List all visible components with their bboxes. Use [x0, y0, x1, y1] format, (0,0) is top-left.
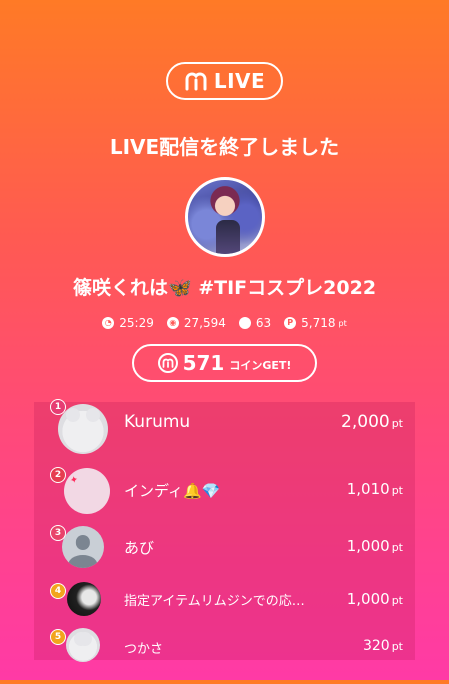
duration-value: 25:29 — [119, 316, 154, 330]
points-value: 1,000 — [346, 537, 390, 555]
supporter-avatar: ✦ — [64, 468, 110, 514]
points-value: 5,718 — [301, 316, 336, 330]
supporter-avatar — [66, 628, 100, 662]
points-unit: pt — [391, 541, 403, 554]
supporter-points: 1,000 pt — [347, 537, 403, 555]
rank-badge: 4 — [50, 583, 66, 599]
rank-badge: 3 — [50, 525, 66, 541]
points-unit: pt — [391, 640, 403, 653]
supporter-ranking: 1 Kurumu 2,000 pt ✦ 2 インディ🔔💎 1,010 pt 3 あび… — [34, 399, 415, 662]
comments-stat: 63 — [238, 316, 272, 330]
points-value: 2,000 — [341, 412, 390, 432]
supporter-name: つかさ — [124, 642, 164, 657]
supporter-name: あび — [124, 539, 155, 557]
comment-icon — [238, 317, 251, 329]
points-unit: pt — [391, 484, 403, 497]
clock-icon: ◔ — [102, 317, 115, 329]
points-value: 1,010 — [346, 480, 390, 498]
coin-icon — [157, 353, 178, 373]
supporter-points: 1,010 pt — [347, 480, 403, 498]
stream-title: 篠咲くれは🦋 #TIFコスプレ2022 — [72, 277, 377, 299]
point-icon: P — [284, 317, 297, 329]
ranking-row[interactable]: 1 Kurumu 2,000 pt — [34, 399, 415, 462]
points-unit: pt — [338, 318, 347, 328]
coin-amount: 571 — [182, 351, 225, 375]
duration-stat: ◔ 25:29 — [102, 316, 154, 330]
logo-text: LIVE — [213, 69, 266, 93]
stream-stats: ◔ 25:29 ◉ 27,594 63 P 5,718 pt — [0, 316, 449, 330]
supporter-points: 1,000 pt — [347, 590, 403, 608]
points-unit: pt — [391, 594, 403, 607]
rank-badge: 5 — [50, 629, 66, 645]
rank-badge: 2 — [50, 467, 66, 483]
coin-label: コインGET! — [229, 359, 292, 372]
supporter-avatar — [62, 526, 104, 568]
avatar-sticker-icon: ✦ — [68, 474, 80, 487]
rank-badge: 1 — [50, 399, 66, 415]
streamer-avatar[interactable] — [185, 177, 265, 257]
supporter-name: 指定アイテムリムジンでの応… — [124, 594, 305, 609]
points-stat: P 5,718 pt — [284, 316, 347, 330]
viewer-icon: ◉ — [166, 317, 179, 329]
ranking-row[interactable]: 3 あび 1,000 pt — [34, 522, 415, 582]
viewers-stat: ◉ 27,594 — [166, 316, 226, 330]
ranking-row[interactable]: ✦ 2 インディ🔔💎 1,010 pt — [34, 464, 415, 524]
supporter-name: インディ🔔💎 — [124, 482, 221, 500]
viewers-value: 27,594 — [183, 316, 226, 330]
points-value: 1,000 — [346, 590, 390, 608]
supporter-name: Kurumu — [124, 412, 191, 432]
supporter-points: 2,000 pt — [341, 412, 403, 432]
comments-value: 63 — [255, 316, 272, 330]
supporter-avatar — [58, 404, 108, 454]
points-unit: pt — [391, 417, 403, 430]
coin-get-badge: 571 コインGET! — [132, 344, 317, 382]
supporter-points: 320 pt — [363, 638, 403, 654]
points-value: 320 — [362, 638, 390, 654]
ranking-row[interactable]: 5 つかさ 320 pt — [34, 624, 415, 684]
supporter-avatar — [67, 582, 101, 616]
stream-ended-message: LIVE配信を終了しました — [109, 135, 340, 159]
live-logo-badge: LIVE — [166, 62, 283, 100]
brand-m-icon — [185, 72, 207, 91]
